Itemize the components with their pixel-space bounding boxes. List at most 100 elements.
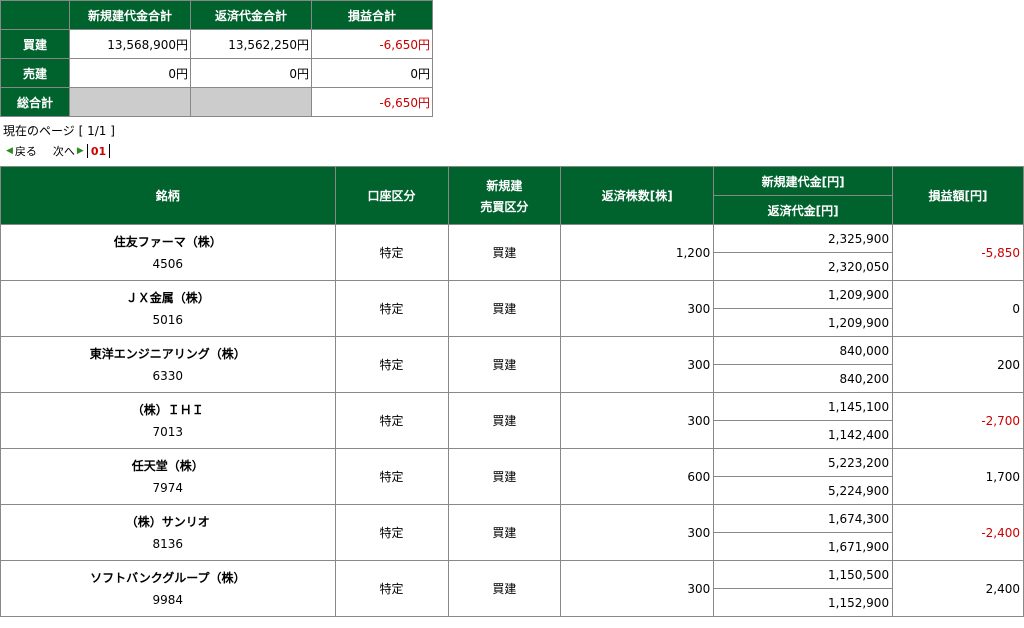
stock-cell: （株）ＩＨＩ 7013 xyxy=(1,393,335,448)
close-amount: 1,671,900 xyxy=(714,533,893,560)
trade-type: 買建 xyxy=(448,449,561,504)
stock-cell: （株）サンリオ 8136 xyxy=(1,505,335,560)
triangle-left-icon: ◀ xyxy=(6,146,13,156)
close-shares: 300 xyxy=(561,393,714,448)
close-amount: 5,224,900 xyxy=(714,477,893,504)
summary-row-label: 買建 xyxy=(1,30,69,58)
trade-type: 買建 xyxy=(448,281,561,336)
close-amount: 1,142,400 xyxy=(714,421,893,448)
table-row: 住友ファーマ（株） 4506 特定 買建 1,200 2,325,900 -5,… xyxy=(1,225,1023,280)
header-trade-type: 新規建 売買区分 xyxy=(448,167,561,224)
account-type: 特定 xyxy=(335,449,448,504)
triangle-right-icon: ▶ xyxy=(76,146,84,156)
profit-loss: 200 xyxy=(893,337,1023,392)
header-trade-type-line1: 新規建 xyxy=(486,178,523,193)
summary-gray-cell xyxy=(191,88,311,116)
profit-loss: 0 xyxy=(893,281,1023,336)
summary-pl: -6,650円 xyxy=(312,88,432,116)
summary-pl: -6,650円 xyxy=(312,30,432,58)
close-shares: 300 xyxy=(561,281,714,336)
stock-name: 住友ファーマ（株） xyxy=(113,234,222,249)
positions-table: 銘柄 口座区分 新規建 売買区分 返済株数[株] 新規建代金[円] 損益額[円]… xyxy=(0,166,1024,617)
summary-close-total: 0円 xyxy=(191,59,311,87)
pager-divider xyxy=(109,144,111,158)
header-account: 口座区分 xyxy=(335,167,448,224)
account-type: 特定 xyxy=(335,225,448,280)
close-shares: 1,200 xyxy=(561,225,714,280)
close-amount: 1,152,900 xyxy=(714,589,893,616)
table-row: 任天堂（株） 7974 特定 買建 600 5,223,200 1,700 xyxy=(1,449,1023,504)
account-type: 特定 xyxy=(335,337,448,392)
close-shares: 300 xyxy=(561,505,714,560)
table-row: （株）ＩＨＩ 7013 特定 買建 300 1,145,100 -2,700 xyxy=(1,393,1023,448)
pager: ◀ 戻る 次へ ▶ 01 xyxy=(6,143,113,159)
trade-type: 買建 xyxy=(448,505,561,560)
stock-code: 7013 xyxy=(152,424,184,439)
trade-type: 買建 xyxy=(448,393,561,448)
summary-gray-cell xyxy=(70,88,190,116)
header-trade-type-line2: 売買区分 xyxy=(480,199,529,214)
account-type: 特定 xyxy=(335,281,448,336)
stock-cell: ＪＸ金属（株） 5016 xyxy=(1,281,335,336)
stock-name: （株）サンリオ xyxy=(125,514,210,529)
stock-name: ソフトバンクグループ（株） xyxy=(90,570,246,585)
account-type: 特定 xyxy=(335,561,448,616)
stock-code: 8136 xyxy=(152,536,184,551)
close-amount: 840,200 xyxy=(714,365,893,392)
account-type: 特定 xyxy=(335,393,448,448)
profit-loss: -2,700 xyxy=(893,393,1023,448)
header-stock: 銘柄 xyxy=(1,167,335,224)
stock-code: 9984 xyxy=(152,592,184,607)
header-close-amount: 返済代金[円] xyxy=(714,196,893,224)
stock-name: ＪＸ金属（株） xyxy=(125,290,210,305)
summary-new-total: 13,568,900円 xyxy=(70,30,190,58)
table-row: 東洋エンジニアリング（株） 6330 特定 買建 300 840,000 200 xyxy=(1,337,1023,392)
close-shares: 300 xyxy=(561,561,714,616)
stock-code: 4506 xyxy=(152,256,184,271)
new-amount: 1,150,500 xyxy=(714,561,893,588)
header-pl: 損益額[円] xyxy=(893,167,1023,224)
stock-name: 東洋エンジニアリング（株） xyxy=(89,346,246,361)
summary-row-grand-total: 総合計 -6,650円 xyxy=(1,88,432,116)
trade-type: 買建 xyxy=(448,225,561,280)
stock-code: 6330 xyxy=(152,368,184,383)
stock-cell: 東洋エンジニアリング（株） 6330 xyxy=(1,337,335,392)
page-info: 現在のページ [ 1/1 ] xyxy=(3,124,115,138)
stock-name: （株）ＩＨＩ xyxy=(131,402,204,417)
summary-corner xyxy=(1,1,69,29)
profit-loss: -2,400 xyxy=(893,505,1023,560)
close-shares: 600 xyxy=(561,449,714,504)
summary-row-sell: 売建 0円 0円 0円 xyxy=(1,59,432,87)
summary-header-close-total: 返済代金合計 xyxy=(191,1,311,29)
summary-new-total: 0円 xyxy=(70,59,190,87)
header-shares: 返済株数[株] xyxy=(561,167,714,224)
current-page-number: 01 xyxy=(90,144,107,158)
close-shares: 300 xyxy=(561,337,714,392)
summary-row-label: 売建 xyxy=(1,59,69,87)
pager-divider xyxy=(86,144,88,158)
summary-header-new-total: 新規建代金合計 xyxy=(70,1,190,29)
profit-loss: 1,700 xyxy=(893,449,1023,504)
stock-name: 任天堂（株） xyxy=(131,458,204,473)
new-amount: 1,209,900 xyxy=(714,281,893,308)
next-page-link[interactable]: 次へ xyxy=(53,143,75,159)
summary-pl: 0円 xyxy=(312,59,432,87)
new-amount: 1,674,300 xyxy=(714,505,893,532)
summary-close-total: 13,562,250円 xyxy=(191,30,311,58)
close-amount: 1,209,900 xyxy=(714,309,893,336)
stock-cell: ソフトバンクグループ（株） 9984 xyxy=(1,561,335,616)
stock-cell: 任天堂（株） 7974 xyxy=(1,449,335,504)
table-row: （株）サンリオ 8136 特定 買建 300 1,674,300 -2,400 xyxy=(1,505,1023,560)
new-amount: 2,325,900 xyxy=(714,225,893,252)
summary-row-label: 総合計 xyxy=(1,88,69,116)
stock-code: 7974 xyxy=(152,480,184,495)
table-row: ソフトバンクグループ（株） 9984 特定 買建 300 1,150,500 2… xyxy=(1,561,1023,616)
close-amount: 2,320,050 xyxy=(714,253,893,280)
prev-page-link[interactable]: 戻る xyxy=(15,143,37,159)
summary-table: 新規建代金合計 返済代金合計 損益合計 買建 13,568,900円 13,56… xyxy=(0,0,433,117)
new-amount: 5,223,200 xyxy=(714,449,893,476)
trade-type: 買建 xyxy=(448,561,561,616)
new-amount: 1,145,100 xyxy=(714,393,893,420)
trade-type: 買建 xyxy=(448,337,561,392)
header-new-amount: 新規建代金[円] xyxy=(714,167,893,195)
